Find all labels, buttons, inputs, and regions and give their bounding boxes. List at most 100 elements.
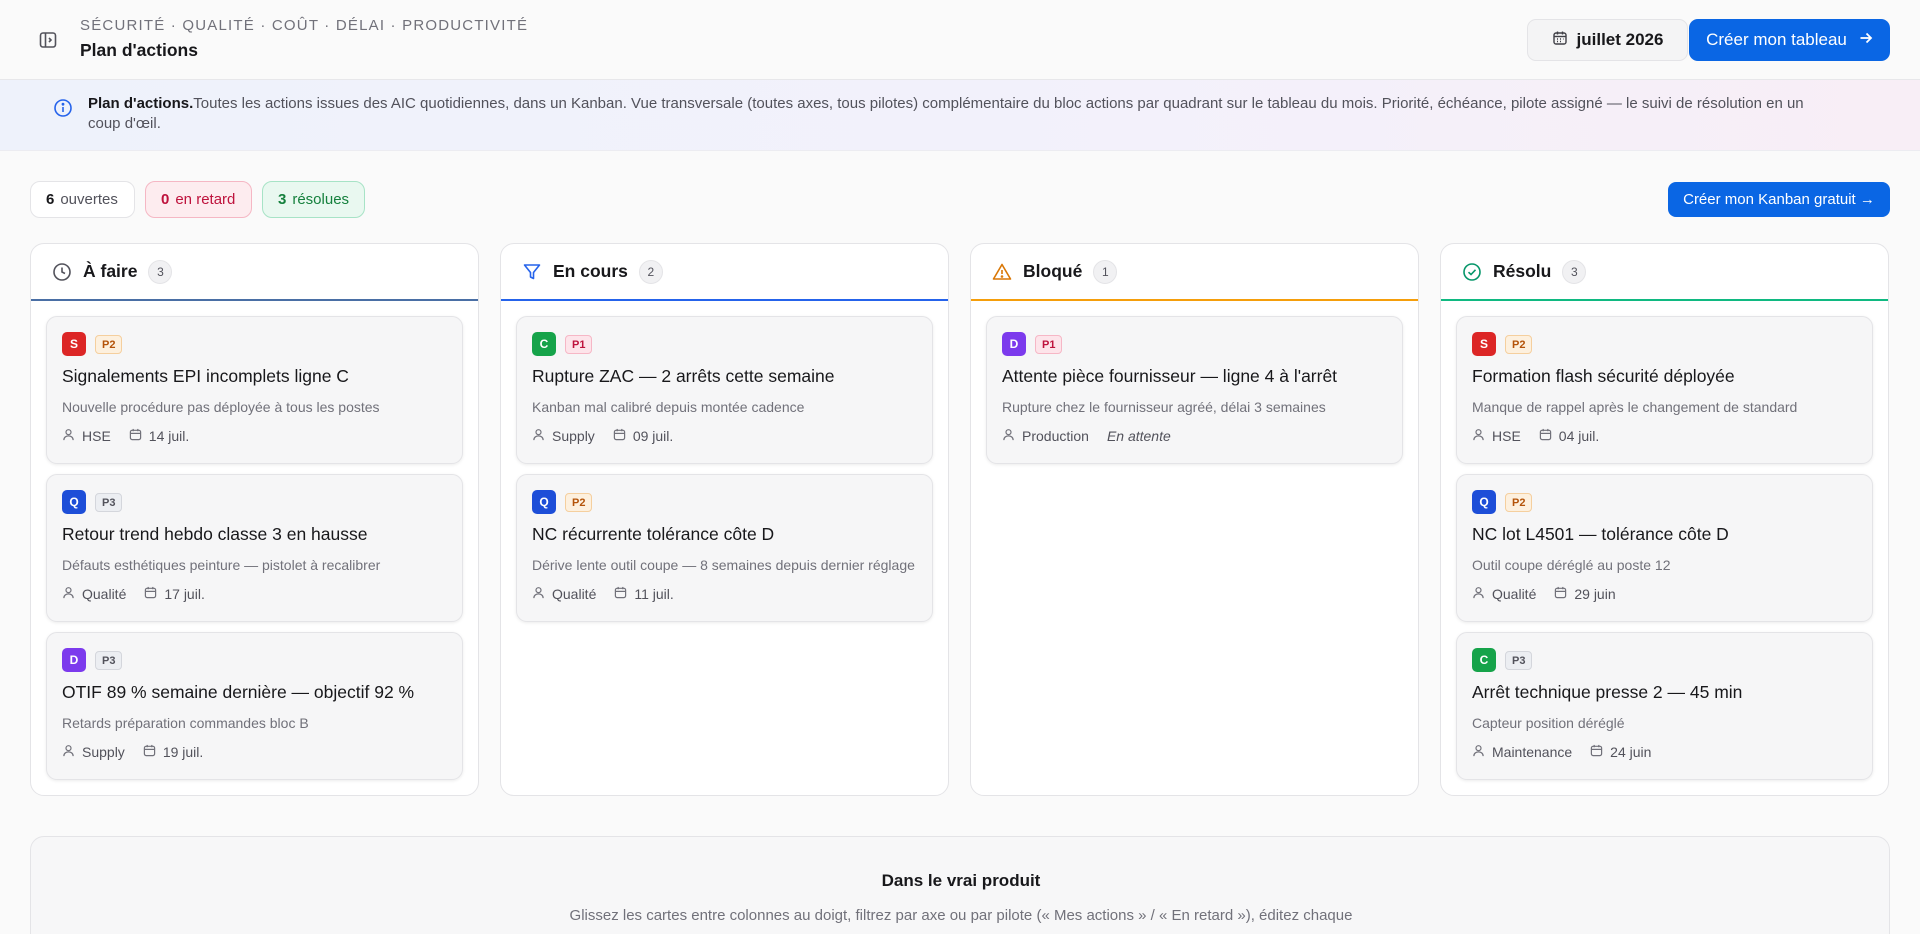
card-due-date: 29 juin: [1554, 586, 1616, 602]
card-meta: Production En attente: [1002, 428, 1171, 444]
card-date-label: 14 juil.: [148, 428, 190, 444]
card-title: Attente pièce fournisseur — ligne 4 à l'…: [1002, 366, 1338, 386]
axes-eyebrow: SÉCURITÉ · QUALITÉ · COÛT · DÉLAI · PROD…: [80, 17, 529, 34]
calendar-icon: [1554, 586, 1567, 602]
card-due-date: 19 juil.: [143, 744, 203, 760]
action-card[interactable]: S P2 Formation flash sécurité déployée Manq…: [1456, 316, 1873, 464]
card-description: Outil coupe déréglé au poste 12: [1472, 557, 1671, 573]
card-meta: Qualité 11 juil.: [532, 586, 674, 602]
warning-icon: [991, 261, 1012, 282]
action-card[interactable]: Q P2 NC récurrente tolérance côte D Dérive …: [516, 474, 933, 622]
card-date-label: 04 juil.: [1558, 428, 1600, 444]
card-date-label: 17 juil.: [164, 586, 205, 602]
card-owner: Supply: [62, 744, 125, 760]
card-owner-label: HSE: [82, 428, 111, 444]
card-meta: Supply 09 juil.: [532, 428, 673, 444]
card-owner-label: Maintenance: [1492, 744, 1573, 760]
action-card[interactable]: C P3 Arrêt technique presse 2 — 45 min Capt…: [1456, 632, 1873, 780]
user-icon: [1002, 428, 1015, 444]
kanban-column: Bloqué 1 D P1 Attente pièce fournisseur — li…: [970, 243, 1419, 796]
column-header: À faire 3: [31, 244, 478, 301]
priority-badge: P3: [95, 493, 123, 512]
action-card[interactable]: C P1 Rupture ZAC — 2 arrêts cette semaine K…: [516, 316, 933, 464]
axis-badge: Q: [532, 490, 556, 514]
priority-badge: P2: [95, 335, 123, 354]
card-description: Défauts esthétiques peinture — pistolet …: [62, 557, 381, 573]
action-card[interactable]: Q P3 Retour trend hebdo classe 3 en hausse…: [46, 474, 463, 622]
axis-badge: D: [1002, 332, 1026, 356]
card-due-date: 04 juil.: [1539, 428, 1599, 444]
column-count-badge: 3: [148, 259, 173, 284]
calendar-icon: [1539, 428, 1552, 444]
card-title: NC lot L4501 — tolérance côte D: [1472, 524, 1729, 544]
check-circle-icon: [1461, 261, 1482, 282]
card-meta: Supply 19 juil.: [62, 744, 203, 760]
calendar-icon: [129, 428, 142, 444]
create-kanban-button[interactable]: Créer mon Kanban gratuit →: [1668, 182, 1890, 217]
sidebar-toggle-icon[interactable]: [36, 28, 60, 52]
stat-late-pill[interactable]: 0 en retard: [145, 181, 252, 218]
card-owner-label: HSE: [1492, 428, 1521, 444]
column-title: Résolu: [1493, 261, 1552, 281]
month-selector-button[interactable]: juillet 2026: [1527, 19, 1688, 61]
info-icon: [53, 98, 73, 118]
priority-badge: P2: [1505, 335, 1533, 354]
card-description: Retards préparation commandes bloc B: [62, 715, 309, 731]
priority-badge: P3: [95, 651, 123, 670]
axis-badge: S: [1472, 332, 1496, 356]
action-card[interactable]: Q P2 NC lot L4501 — tolérance côte D Outil …: [1456, 474, 1873, 622]
card-date-label: 19 juil.: [162, 744, 204, 760]
card-title: Retour trend hebdo classe 3 en hausse: [62, 524, 368, 544]
stat-late-label: en retard: [175, 191, 236, 208]
card-owner-label: Supply: [552, 428, 595, 444]
stat-resolved-pill[interactable]: 3 résolues: [262, 181, 365, 218]
stat-open-pill[interactable]: 6 ouvertes: [30, 181, 135, 218]
page-title: Plan d'actions: [80, 40, 198, 60]
card-description: Manque de rappel après le changement de …: [1472, 399, 1798, 415]
info-body: Toutes les actions issues des AIC quotid…: [88, 95, 1804, 132]
stat-open-label: ouvertes: [60, 191, 118, 208]
column-title: Bloqué: [1023, 261, 1083, 281]
card-due-date: 14 juil.: [129, 428, 189, 444]
month-label: juillet 2026: [1576, 30, 1664, 49]
card-owner: Maintenance: [1472, 744, 1572, 760]
action-card[interactable]: D P1 Attente pièce fournisseur — ligne 4 à…: [986, 316, 1403, 464]
card-date-label: 24 juin: [1610, 744, 1652, 760]
card-title: Arrêt technique presse 2 — 45 min: [1472, 682, 1743, 702]
card-due-date: 17 juil.: [144, 586, 205, 602]
card-title: NC récurrente tolérance côte D: [532, 524, 775, 544]
action-card[interactable]: S P2 Signalements EPI incomplets ligne C No…: [46, 316, 463, 464]
column-header: Bloqué 1: [971, 244, 1418, 301]
card-owner-label: Qualité: [82, 586, 127, 602]
info-text: Plan d'actions.Toutes les actions issues…: [88, 94, 1838, 134]
axis-badge: C: [1472, 648, 1496, 672]
priority-badge: P2: [1505, 493, 1533, 512]
user-icon: [1472, 586, 1485, 602]
column-title: À faire: [83, 261, 138, 281]
card-owner: Production: [1002, 428, 1089, 444]
calendar-icon: [1590, 744, 1603, 760]
card-list: S P2 Signalements EPI incomplets ligne C No…: [31, 301, 478, 780]
calendar-icon: [613, 428, 626, 444]
action-card[interactable]: D P3 OTIF 89 % semaine dernière — objectif…: [46, 632, 463, 780]
column-count-badge: 2: [638, 259, 663, 284]
axis-badge: Q: [62, 490, 86, 514]
create-board-button[interactable]: Créer mon tableau: [1689, 19, 1890, 61]
card-title: Rupture ZAC — 2 arrêts cette semaine: [532, 366, 835, 386]
product-title: Dans le vrai produit: [881, 871, 1041, 890]
stat-late-count: 0: [161, 191, 170, 208]
axis-badge: Q: [1472, 490, 1496, 514]
user-icon: [62, 428, 75, 444]
user-icon: [62, 744, 75, 760]
axis-badge: C: [532, 332, 556, 356]
card-meta: Qualité 29 juin: [1472, 586, 1616, 602]
card-owner-label: Supply: [82, 744, 125, 760]
card-owner: Qualité: [532, 586, 596, 602]
card-owner: Qualité: [62, 586, 126, 602]
priority-badge: P3: [1505, 651, 1533, 670]
calendar-icon: [144, 586, 157, 602]
card-meta: HSE 04 juil.: [1472, 428, 1599, 444]
kanban-column: En cours 2 C P1 Rupture ZAC — 2 arrêts cette…: [500, 243, 949, 796]
priority-badge: P2: [565, 493, 593, 512]
column-header: En cours 2: [501, 244, 948, 301]
